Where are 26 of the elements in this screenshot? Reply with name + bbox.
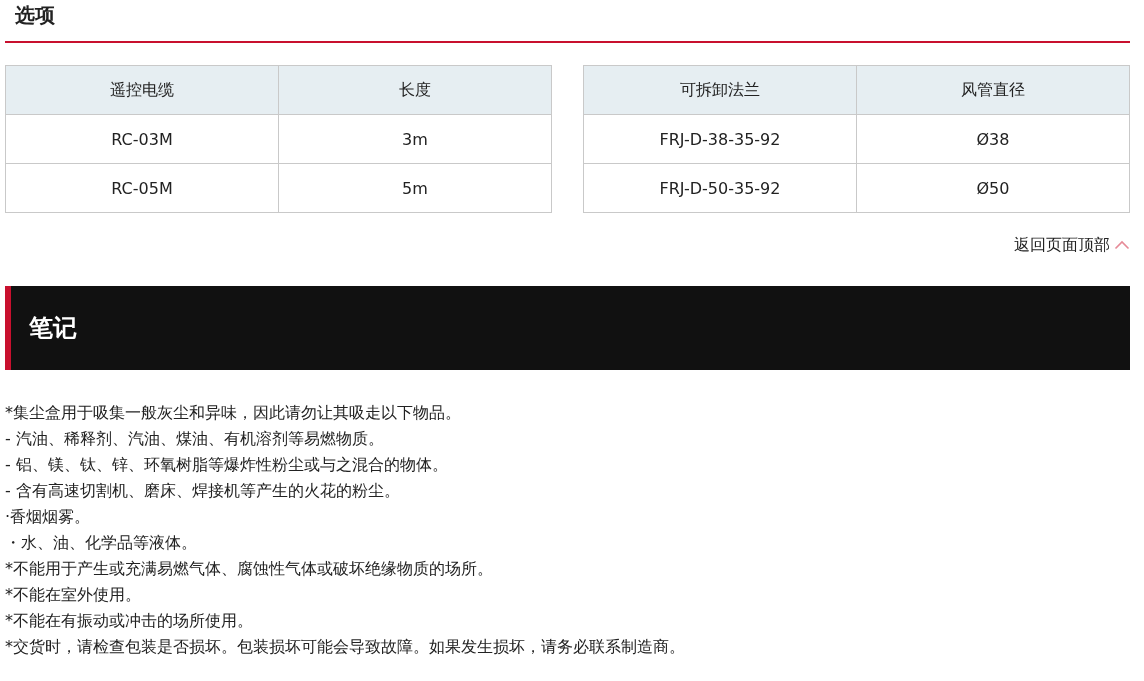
note-line: - 铝、镁、钛、锌、环氧树脂等爆炸性粉尘或与之混合的物体。: [5, 454, 449, 476]
table-cell: FRJ-D-38-35-92: [583, 114, 857, 164]
table-cell: 3m: [278, 114, 552, 164]
column-header: 可拆卸法兰: [583, 65, 857, 115]
table-cell: RC-03M: [5, 114, 279, 164]
chevron-up-icon: [1114, 240, 1130, 250]
note-line: *不能在有振动或冲击的场所使用。: [5, 610, 254, 632]
table-cell: Ø38: [856, 114, 1130, 164]
note-line: ·香烟烟雾。: [5, 506, 92, 528]
column-header: 长度: [278, 65, 552, 115]
table-cell: FRJ-D-50-35-92: [583, 163, 857, 213]
note-line: - 汽油、稀释剂、汽油、煤油、有机溶剂等易燃物质。: [5, 428, 385, 450]
note-line: - 含有高速切割机、磨床、焊接机等产生的火花的粉尘。: [5, 480, 401, 502]
table-cell: RC-05M: [5, 163, 279, 213]
note-line: *集尘盒用于吸集一般灰尘和异味，因此请勿让其吸走以下物品。: [5, 402, 462, 424]
back-to-top-link[interactable]: 返回页面顶部: [1014, 235, 1130, 255]
note-line: *交货时，请检查包装是否损坏。包装损坏可能会导致故障。如果发生损坏，请务必联系制造商。: [5, 636, 686, 658]
table-cell: 5m: [278, 163, 552, 213]
column-header: 遥控电缆: [5, 65, 279, 115]
section-title: 选项: [14, 2, 55, 28]
notes-title: 笔记: [29, 313, 77, 344]
note-line: ・水、油、化学品等液体。: [5, 532, 198, 554]
table-cell: Ø50: [856, 163, 1130, 213]
column-header: 风管直径: [856, 65, 1130, 115]
note-line: *不能用于产生或充满易燃气体、腐蚀性气体或破坏绝缘物质的场所。: [5, 558, 494, 580]
note-line: *不能在室外使用。: [5, 584, 142, 606]
